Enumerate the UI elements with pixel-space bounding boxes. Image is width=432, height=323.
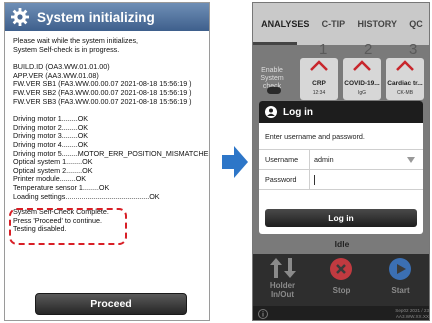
composite-canvas: System initializing Please wait while th… (0, 0, 432, 323)
card-subtitle: IgG (357, 90, 367, 96)
slot-number: 1 (319, 41, 328, 58)
tab-analyses[interactable]: ANALYSES (261, 19, 309, 29)
stop-x-icon (330, 258, 352, 280)
info-icon (258, 309, 268, 319)
text-cursor (314, 174, 315, 185)
chevron-up-icon (396, 60, 414, 71)
check-line: Loading settings........................… (13, 191, 160, 201)
datetime-text: Sep02 2021 / 23 (395, 308, 429, 313)
card-test-name: Cardiac tr... (387, 80, 423, 87)
holder-arrows-icon (270, 258, 296, 278)
dialog-header: Log in (259, 101, 423, 123)
username-value: admin (314, 155, 334, 164)
tab-qc[interactable]: QC (409, 19, 423, 29)
version-line: FW.VER SB3 (FA3.WW.00.00.07 2021-08-18 1… (13, 96, 192, 106)
stop-label: Stop (332, 286, 351, 295)
proceed-button[interactable]: Proceed (35, 293, 187, 315)
card-subtitle: 12:34 (312, 90, 326, 96)
title-bar: System initializing (5, 3, 209, 31)
dialog-title: Log in (283, 106, 313, 118)
slot-number: 2 (364, 41, 373, 58)
self-check-log: Please wait while the system initializes… (13, 36, 209, 234)
datetime-version-text: Sep02 2021 / 23 AA3.WW.XX.XX (395, 308, 429, 319)
start-button[interactable]: Start (371, 254, 429, 306)
gear-icon (9, 6, 31, 28)
dialog-prompt: Enter username and password. (265, 132, 365, 141)
user-icon (265, 106, 277, 118)
slot-card-1[interactable]: CRP 12:34 (300, 58, 338, 100)
status-strip: Sep02 2021 / 23 AA3.WW.XX.XX (253, 306, 429, 320)
password-label: Password (265, 175, 297, 184)
right-arrow-icon (222, 146, 248, 178)
start-label: Start (391, 286, 410, 295)
slot-card-2[interactable]: COVID-19... IgG (343, 58, 381, 100)
version-text: AA3.WW.XX.XX (395, 313, 429, 319)
slot-card-3[interactable]: Cardiac tr... CK-MB (386, 58, 424, 100)
system-check-toggle[interactable] (267, 87, 281, 94)
tab-c-tip[interactable]: C-TIP (322, 19, 346, 29)
username-label: Username (265, 155, 299, 164)
play-icon (389, 258, 411, 280)
holder-in-out-button[interactable]: Holder In/Out (253, 254, 312, 306)
holder-label: Holder (269, 281, 296, 290)
holder-label-line2: In/Out (270, 290, 295, 299)
chevron-up-icon (353, 60, 371, 71)
card-test-name: COVID-19... (344, 80, 380, 87)
intro-line: System Self-check is in progress. (13, 44, 120, 54)
highlight-box (9, 208, 127, 245)
password-field[interactable] (309, 169, 423, 190)
login-screen: ANALYSES C-TIP HISTORY QC 1 2 3 Enable S… (252, 2, 430, 321)
card-subtitle: CK-MB (396, 90, 414, 96)
chevron-up-icon (310, 60, 328, 71)
tab-history[interactable]: HISTORY (357, 19, 397, 29)
stop-button[interactable]: Stop (312, 254, 371, 306)
username-row: Username admin (259, 149, 423, 170)
system-init-screen: System initializing Please wait while th… (4, 2, 210, 321)
card-test-name: CRP (312, 80, 326, 87)
login-button[interactable]: Log in (265, 209, 417, 227)
password-row: Password (259, 169, 423, 190)
page-title: System initializing (37, 9, 155, 25)
slot-number: 3 (409, 41, 418, 58)
status-label: Idle (334, 239, 350, 249)
login-dialog: Log in Enter username and password. User… (259, 101, 423, 234)
bottom-toolbar: Holder In/Out Stop Start Sep02 2021 / 23… (253, 254, 429, 320)
dropdown-arrow-icon (407, 156, 415, 163)
tab-bar: ANALYSES C-TIP HISTORY QC (253, 3, 429, 45)
username-select[interactable]: admin (309, 149, 423, 170)
